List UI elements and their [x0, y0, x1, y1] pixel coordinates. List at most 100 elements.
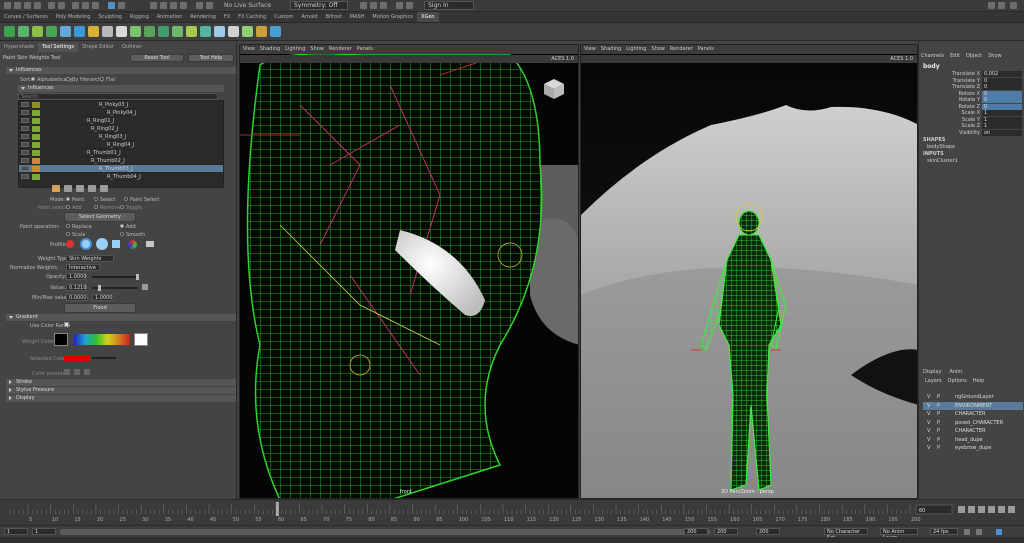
display-layer-row[interactable]: V Phead_dupe [923, 436, 1023, 444]
play-back-icon[interactable] [978, 506, 985, 513]
influence-color-swatch[interactable] [32, 142, 40, 148]
unlock-icon[interactable] [88, 185, 96, 192]
layer-visibility-toggle[interactable]: V [927, 427, 930, 435]
influence-row[interactable]: R_Ring01_J [19, 117, 223, 125]
vp1-menu-show[interactable]: Show [310, 45, 324, 54]
lock-influence-icon[interactable] [21, 102, 29, 107]
display-layer-row[interactable]: V P ENVIRONMENT [923, 401, 1023, 410]
influence-color-swatch[interactable] [32, 166, 40, 172]
tab-hypershade[interactable]: Hypershade [0, 43, 38, 52]
range-end-field[interactable]: 200 [714, 528, 738, 535]
snap-surface-icon[interactable] [180, 2, 187, 9]
shelf-tab[interactable]: Rigging [126, 12, 153, 22]
vp2-menu-lighting[interactable]: Lighting [626, 45, 646, 54]
channel-value[interactable]: 0 [982, 90, 1022, 97]
lock-influence-icon[interactable] [21, 150, 29, 155]
opacity-field[interactable]: 1.0000 [66, 273, 87, 280]
gradient-section-header[interactable]: Gradient [6, 314, 236, 321]
shelf-tab[interactable]: Rendering [186, 12, 220, 22]
shelf-tool-icon[interactable] [116, 26, 127, 37]
shelf-tab[interactable]: Poly Modeling [52, 12, 95, 22]
shelf-tab[interactable]: Bifrost [322, 12, 346, 22]
arnold-render-icon[interactable] [406, 2, 413, 9]
shelf-tab[interactable]: Sculpting [94, 12, 125, 22]
reset-tool-button[interactable]: Reset Tool [130, 54, 184, 62]
new-scene-icon[interactable] [14, 2, 21, 9]
influence-color-swatch[interactable] [32, 118, 40, 124]
shelf-tab[interactable]: Custom [270, 12, 297, 22]
time-slider-ruler[interactable]: 5 10 15 20 25 30 35 40 45 50 55 60 65 70 75 80 85 90 95 100… [0, 500, 1024, 526]
shelf-tool-icon[interactable] [172, 26, 183, 37]
vp1-aces-label[interactable]: ACES 1.0 [551, 56, 574, 62]
hypershade-icon[interactable] [396, 2, 403, 9]
normalize-weights-select[interactable]: Interactive [66, 264, 100, 271]
shelf-tool-icon[interactable] [46, 26, 57, 37]
tab-shape-editor[interactable]: Shape Editor [78, 43, 118, 52]
shelf-tool-icon[interactable] [270, 26, 281, 37]
display-layer-row[interactable]: V PngGroundLayer [923, 393, 1023, 401]
sidebar-toggle-icon[interactable] [988, 2, 995, 9]
tab-display-layers[interactable]: Display [923, 369, 941, 377]
shelf-tool-icon[interactable] [214, 26, 225, 37]
layer-visibility-toggle[interactable]: V [927, 436, 930, 444]
lock-influence-icon[interactable] [21, 134, 29, 139]
preset-rainbow-icon[interactable] [84, 369, 90, 375]
paint-select-remove-radio[interactable] [94, 205, 98, 209]
layer-playback-toggle[interactable]: P [937, 436, 940, 444]
cb-menu-edit[interactable]: Edit [950, 53, 960, 60]
viewport-persp[interactable]: View Shading Lighting Show Renderer Pane… [580, 44, 918, 499]
eyedropper-icon[interactable] [142, 284, 148, 290]
vp2-aces-label[interactable]: ACES 1.0 [890, 56, 913, 62]
ramp-end-swatch[interactable] [134, 333, 148, 346]
shelf-tab[interactable]: FX Caching [234, 12, 270, 22]
animation-end-field[interactable]: 200 [756, 528, 780, 535]
channel-row[interactable]: Visibility on [919, 129, 1024, 137]
op-smooth-radio[interactable] [120, 232, 124, 236]
influence-color-swatch[interactable] [32, 102, 40, 108]
sort-hierarchy-radio[interactable] [66, 77, 70, 81]
snap-grid-icon[interactable] [118, 2, 125, 9]
shelf-tool-icon[interactable] [158, 26, 169, 37]
mode-paint-radio[interactable] [66, 197, 70, 201]
shelf-tab[interactable]: FX [220, 12, 234, 22]
layer-menu-layers[interactable]: Layers [925, 378, 942, 386]
lock-influence-icon[interactable] [21, 166, 29, 171]
script-editor-icon[interactable] [996, 529, 1002, 535]
playback-start-field[interactable]: 1 [32, 528, 56, 535]
influence-row[interactable]: R_Pinky03_J [19, 101, 223, 109]
snap-curve-icon[interactable] [150, 2, 157, 9]
vp2-menu-renderer[interactable]: Renderer [670, 45, 693, 54]
channel-value[interactable]: 0 [982, 84, 1022, 90]
channel-value[interactable]: 0.002 [982, 71, 1022, 77]
opacity-slider-knob[interactable] [136, 274, 139, 280]
max-value-field[interactable]: 1.0000 [92, 294, 114, 301]
influence-row[interactable]: R_Ring02_J [19, 125, 223, 133]
vp2-menu-shading[interactable]: Shading [601, 45, 621, 54]
tab-tool-settings[interactable]: Tool Settings [38, 43, 78, 52]
select-object-icon[interactable] [82, 2, 89, 9]
mirror-icon[interactable] [100, 185, 108, 192]
command-line[interactable] [0, 537, 1024, 543]
layer-visibility-toggle[interactable]: V [927, 410, 930, 418]
profile-image-icon[interactable] [128, 240, 137, 249]
profile-folder-icon[interactable] [146, 241, 154, 247]
cb-menu-show[interactable]: Show [988, 53, 1002, 60]
cb-menu-channels[interactable]: Channels [921, 53, 944, 60]
influence-color-swatch[interactable] [32, 150, 40, 156]
opacity-slider[interactable] [92, 274, 139, 280]
go-start-icon[interactable] [958, 506, 965, 513]
open-scene-icon[interactable] [24, 2, 31, 9]
preset-ramp-icon[interactable] [74, 369, 80, 375]
lock-influence-icon[interactable] [21, 118, 29, 123]
layer-playback-toggle[interactable]: P [937, 410, 940, 418]
vp1-menu-view[interactable]: View [243, 45, 255, 54]
channel-name[interactable]: Visibility [959, 130, 980, 137]
menu-set-icon[interactable] [4, 2, 11, 9]
range-slider-bar[interactable] [60, 529, 710, 535]
playback-end-field[interactable]: 200 [684, 528, 708, 535]
shelf-tab[interactable]: MASH [346, 12, 369, 22]
cb-menu-object[interactable]: Object [966, 53, 982, 60]
shelf-tool-icon[interactable] [60, 26, 71, 37]
shelf-tool-icon[interactable] [4, 26, 15, 37]
display-layer-row[interactable]: V P CHARACTER [923, 410, 1023, 418]
